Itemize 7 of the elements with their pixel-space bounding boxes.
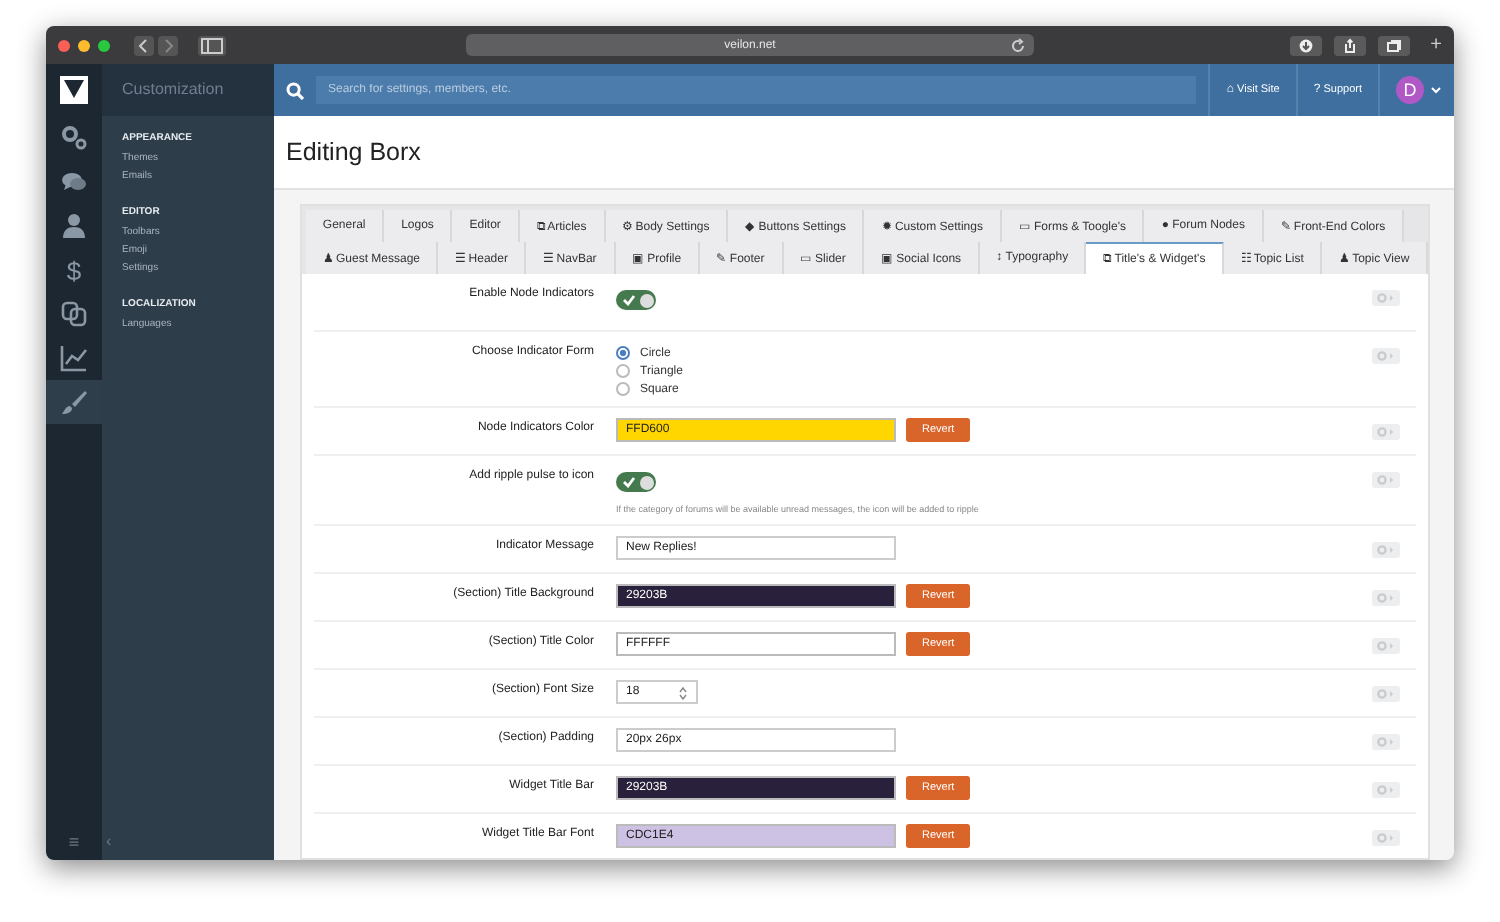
page-title: Editing Borx — [286, 138, 421, 166]
new-tab-button[interactable]: + — [1430, 35, 1442, 55]
avatar[interactable]: D — [1396, 76, 1424, 104]
rail-item[interactable]: $ — [46, 248, 102, 292]
section-title: Customization — [102, 64, 274, 116]
menu-icon[interactable]: ≡ — [46, 832, 102, 860]
dollar-icon[interactable]: $ — [66, 255, 82, 285]
